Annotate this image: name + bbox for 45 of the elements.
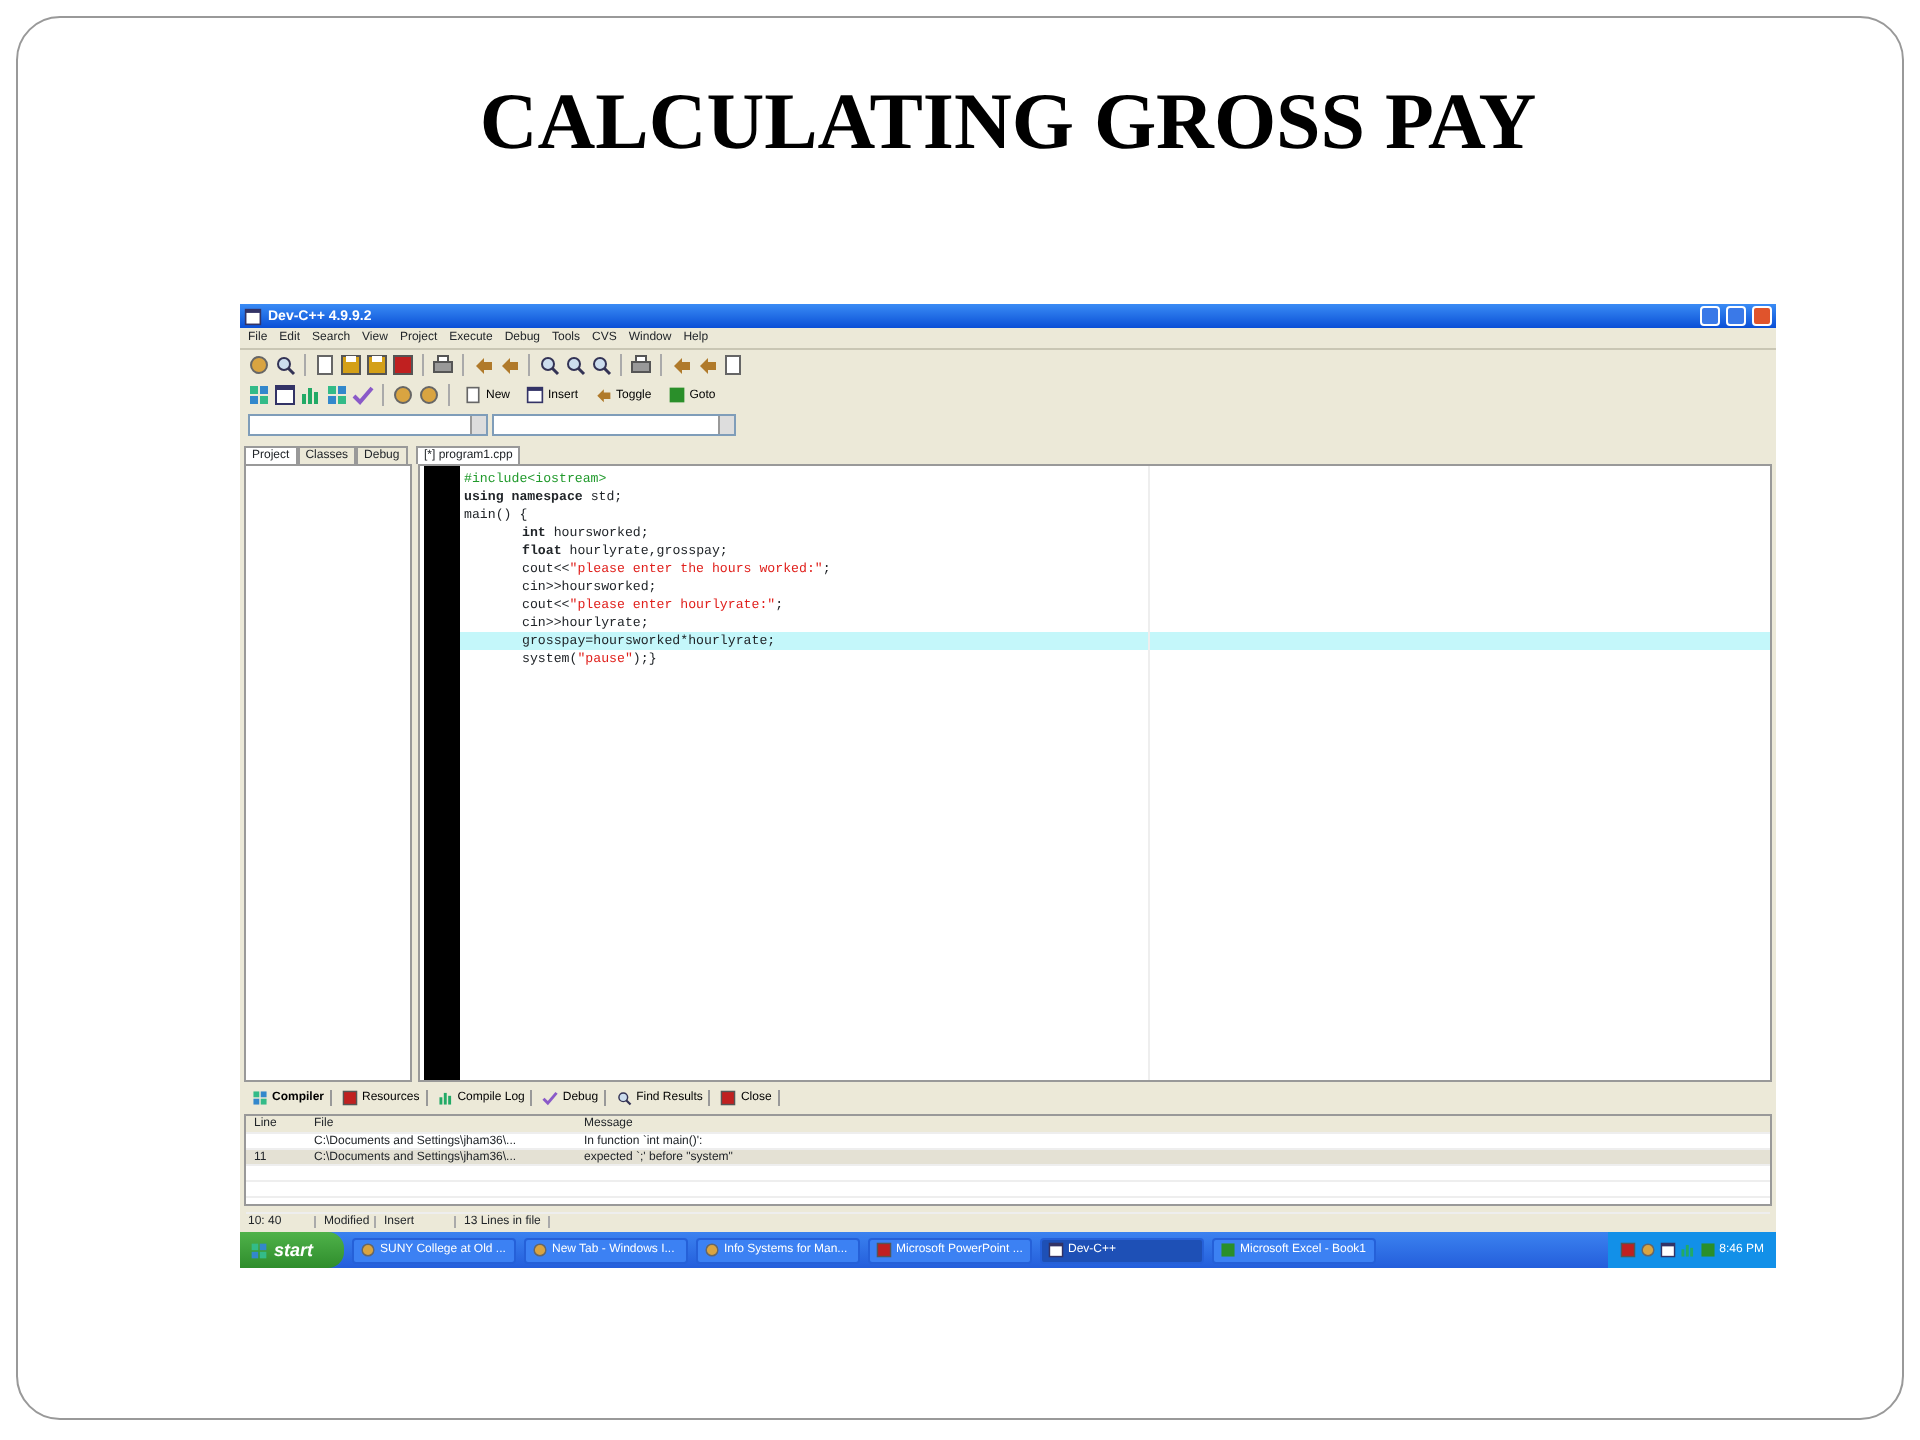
magnifier-icon[interactable] <box>590 354 612 376</box>
disk-icon[interactable] <box>340 354 362 376</box>
tray-icon <box>1699 1242 1716 1258</box>
grid-icon <box>252 1090 268 1106</box>
circle-icon[interactable] <box>418 384 440 406</box>
circle-icon <box>704 1242 720 1258</box>
circle-icon[interactable] <box>392 384 414 406</box>
close-button[interactable] <box>1752 306 1772 326</box>
arrow-icon[interactable] <box>498 354 520 376</box>
page-icon <box>464 386 482 404</box>
disk-icon[interactable] <box>366 354 388 376</box>
arrow-icon <box>594 386 613 404</box>
check-icon <box>542 1090 559 1106</box>
restore-button[interactable] <box>1726 306 1746 326</box>
stop-icon[interactable] <box>392 354 414 376</box>
slide-title: CALCULATING GROSS PAY <box>477 74 1539 170</box>
magnifier-icon <box>616 1090 633 1106</box>
stop-icon <box>342 1090 359 1106</box>
window-icon <box>526 386 545 404</box>
check-icon[interactable] <box>352 384 374 406</box>
page-icon[interactable] <box>722 354 744 376</box>
circle-icon[interactable] <box>248 354 270 376</box>
printer-icon[interactable] <box>432 354 454 376</box>
magnifier-icon[interactable] <box>274 354 296 376</box>
circle-icon <box>360 1242 376 1258</box>
window-icon <box>1048 1242 1064 1258</box>
printer-icon[interactable] <box>630 354 652 376</box>
arrow-icon[interactable] <box>472 354 494 376</box>
dropdown[interactable] <box>492 414 736 436</box>
tray-icon <box>1679 1242 1696 1258</box>
arrow-icon[interactable] <box>696 354 718 376</box>
magnifier-icon[interactable] <box>538 354 560 376</box>
minimize-button[interactable] <box>1700 306 1720 326</box>
stop-icon <box>876 1242 892 1258</box>
arrow-icon[interactable] <box>670 354 692 376</box>
tray-icon <box>1659 1242 1676 1258</box>
grid-icon[interactable] <box>326 384 348 406</box>
circle-icon <box>532 1242 548 1258</box>
app-icon <box>244 307 262 325</box>
page-icon[interactable] <box>314 354 336 376</box>
windows-logo <box>250 1241 268 1259</box>
window-icon[interactable] <box>274 384 296 406</box>
chart-icon <box>437 1090 454 1106</box>
stop-icon <box>720 1090 737 1106</box>
magnifier-icon[interactable] <box>564 354 586 376</box>
